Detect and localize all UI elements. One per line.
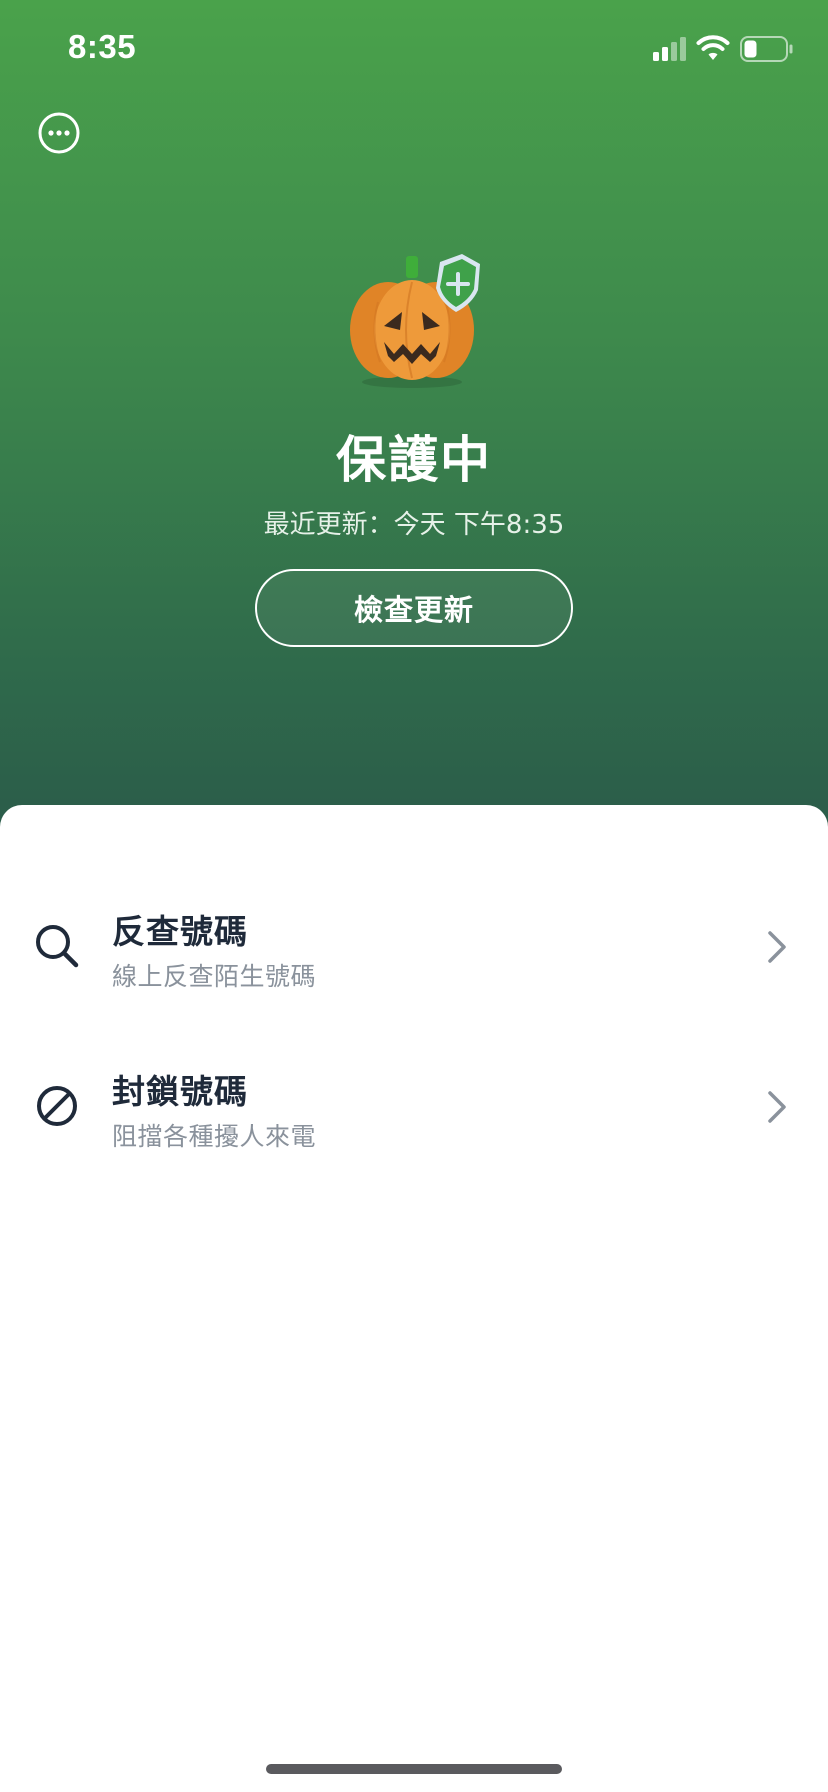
- cellular-signal-icon: [653, 37, 686, 61]
- protection-status-title: 保護中: [336, 431, 492, 489]
- menu-item-reverse-lookup[interactable]: 反查號碼 線上反查陌生號碼: [0, 885, 828, 1005]
- check-update-button[interactable]: 檢查更新: [255, 569, 573, 647]
- chevron-right-icon: [768, 931, 786, 963]
- menu-item-title: 封鎖號碼: [112, 1072, 248, 1111]
- feature-list: 反查號碼 線上反查陌生號碼 封鎖號碼 阻擋各種擾人來電: [0, 805, 828, 1792]
- menu-item-title: 反查號碼: [112, 912, 248, 951]
- last-update-text: 最近更新：今天 下午8:35: [263, 510, 565, 540]
- wifi-icon: [696, 35, 730, 60]
- status-time: 8:35: [68, 28, 137, 65]
- home-indicator[interactable]: [266, 1764, 562, 1774]
- chevron-right-icon: [768, 1091, 786, 1123]
- menu-item-subtitle: 線上反查陌生號碼: [112, 962, 317, 991]
- search-icon: [36, 925, 79, 968]
- block-icon: [37, 1086, 77, 1126]
- menu-item-block-number[interactable]: 封鎖號碼 阻擋各種擾人來電: [0, 1045, 828, 1165]
- menu-item-subtitle: 阻擋各種擾人來電: [112, 1122, 317, 1151]
- more-icon[interactable]: [36, 110, 82, 156]
- pumpkin-shield-icon: [350, 254, 480, 388]
- battery-icon: [740, 36, 793, 62]
- header-area: 8:35 保護中 最近更新：今天 下午8:35 檢查更新: [0, 0, 828, 830]
- status-bar: 8:35: [0, 0, 828, 100]
